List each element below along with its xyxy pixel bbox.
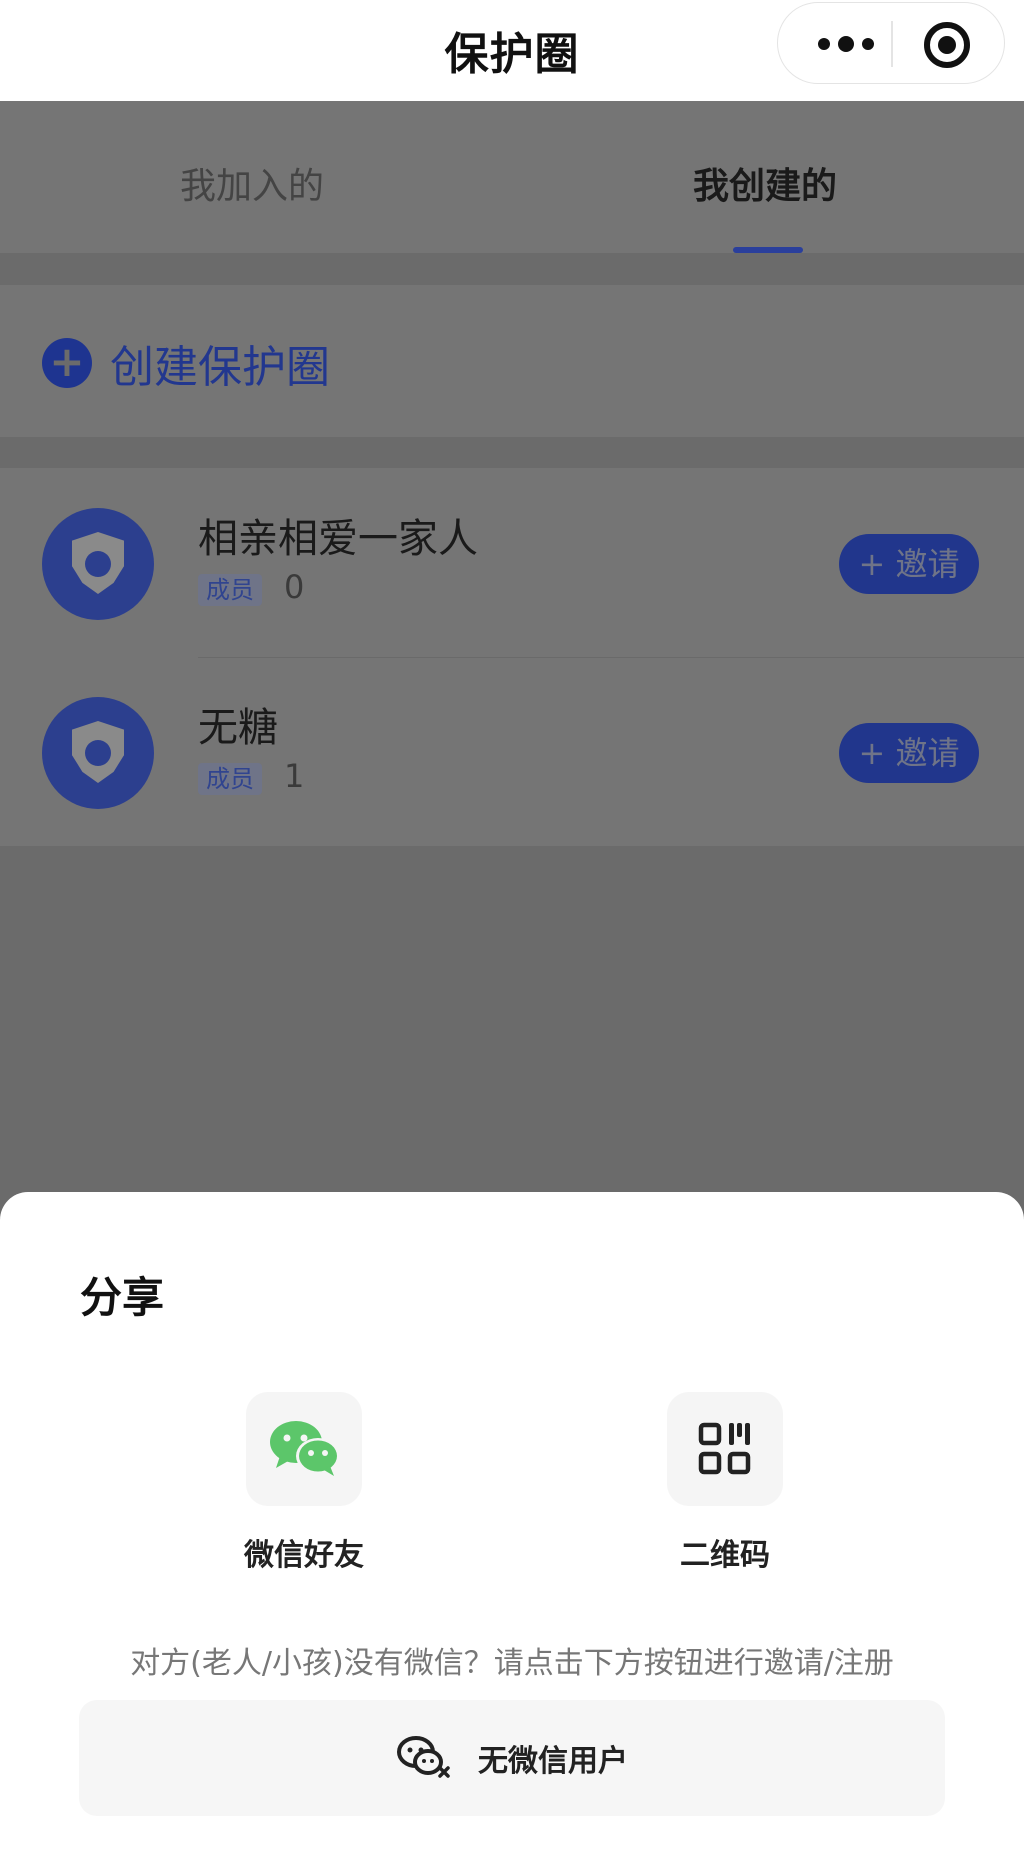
plus-circle-icon: +: [42, 338, 92, 388]
wechat-icon: [246, 1392, 362, 1506]
tab-bar: 我加入的 我创建的: [0, 101, 1024, 253]
tab-active-indicator: [733, 247, 803, 253]
member-count: 0: [284, 568, 305, 606]
avatar: [42, 508, 154, 620]
avatar: [42, 697, 154, 809]
close-miniprogram-icon[interactable]: [924, 22, 970, 68]
invite-button[interactable]: + 邀请: [839, 723, 979, 783]
share-wechat-label: 微信好友: [244, 1538, 364, 1573]
capsule-divider: [891, 21, 893, 67]
shield-check-icon: [72, 532, 124, 594]
circle-name: 无糖: [198, 705, 278, 751]
circle-name: 相亲相爱一家人: [198, 516, 478, 562]
share-wechat-friend-button[interactable]: 微信好友: [204, 1392, 404, 1574]
more-icon[interactable]: [806, 3, 886, 85]
create-circle-label: 创建保护圈: [110, 342, 330, 393]
member-tag: 成员: [198, 574, 262, 606]
list-item[interactable]: 无糖 成员 1 + 邀请: [0, 657, 1024, 846]
member-count: 1: [284, 757, 305, 795]
qrcode-icon: [667, 1392, 783, 1506]
share-sheet-title: 分享: [80, 1273, 165, 1322]
no-wechat-user-label: 无微信用户: [478, 1744, 628, 1779]
no-wechat-hint: 对方(老人/小孩)没有微信？请点击下方按钮进行邀请/注册: [130, 1646, 894, 1681]
share-sheet: 分享 微信好友 二维码 对方(老人/小孩)没有微信？请点击下方按钮进行邀请/注册…: [0, 1192, 1024, 1855]
mini-program-capsule: [777, 2, 1005, 84]
tab-created[interactable]: 我创建的: [693, 157, 837, 209]
no-wechat-user-button[interactable]: 无微信用户: [79, 1700, 945, 1816]
wechat-off-icon: [396, 1734, 450, 1782]
tab-joined[interactable]: 我加入的: [180, 157, 324, 209]
create-circle-button[interactable]: + 创建保护圈: [0, 285, 1024, 437]
list-item[interactable]: 相亲相爱一家人 成员 0 + 邀请: [0, 468, 1024, 657]
nav-bar: 保护圈: [0, 0, 1024, 101]
circle-list: 相亲相爱一家人 成员 0 + 邀请 无糖 成员 1 + 邀请: [0, 468, 1024, 846]
share-qrcode-button[interactable]: 二维码: [625, 1392, 825, 1574]
share-qrcode-label: 二维码: [680, 1538, 770, 1573]
shield-check-icon: [72, 721, 124, 783]
invite-button[interactable]: + 邀请: [839, 534, 979, 594]
member-tag: 成员: [198, 763, 262, 795]
